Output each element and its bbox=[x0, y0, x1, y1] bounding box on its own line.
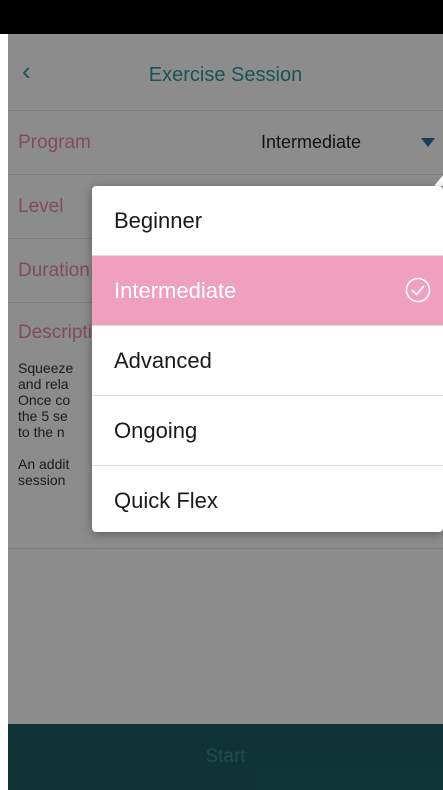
option-label: Beginner bbox=[114, 207, 203, 233]
exercise-session-screen: ‹ Exercise Session Program Intermediate … bbox=[8, 34, 443, 790]
option-quick-flex[interactable]: Quick Flex bbox=[92, 466, 443, 532]
option-intermediate[interactable]: Intermediate bbox=[92, 256, 443, 326]
option-label: Ongoing bbox=[114, 417, 198, 443]
checkmark-circle-icon bbox=[405, 277, 431, 303]
option-advanced[interactable]: Advanced bbox=[92, 326, 443, 396]
option-label: Quick Flex bbox=[114, 487, 218, 513]
dropdown-pointer bbox=[434, 174, 443, 186]
option-label: Advanced bbox=[114, 347, 212, 373]
program-dropdown: Beginner Intermediate Advanced Ongoing Q… bbox=[92, 186, 443, 532]
option-beginner[interactable]: Beginner bbox=[92, 186, 443, 256]
status-bar bbox=[0, 0, 443, 34]
option-label: Intermediate bbox=[114, 277, 237, 303]
option-ongoing[interactable]: Ongoing bbox=[92, 396, 443, 466]
